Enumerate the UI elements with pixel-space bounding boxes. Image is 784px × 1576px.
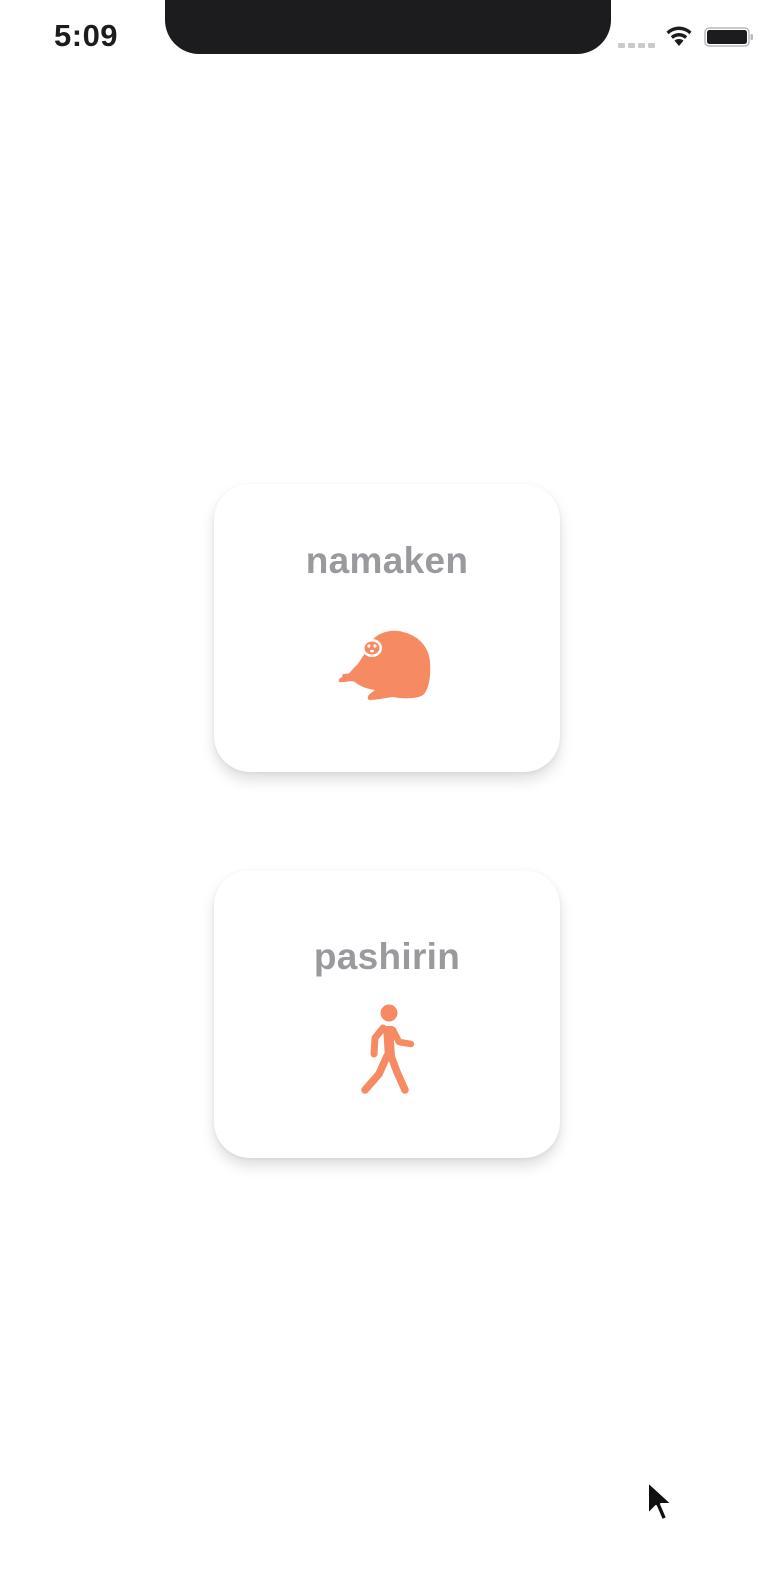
- wifi-icon: [666, 26, 692, 46]
- sloth-icon: [338, 630, 431, 700]
- card-pashirin[interactable]: pashirin: [214, 870, 560, 1158]
- status-bar: 5:09: [0, 0, 784, 80]
- battery-icon: [704, 27, 753, 47]
- mouse-pointer-icon: [647, 1481, 673, 1521]
- card-title-namaken: namaken: [305, 540, 469, 581]
- walking-person-icon: [361, 1004, 415, 1094]
- card-title-pashirin: pashirin: [313, 936, 461, 977]
- card-namaken[interactable]: namaken: [214, 484, 560, 772]
- screen: 5:09 namaken pashirin: [0, 0, 784, 1576]
- status-time: 5:09: [54, 18, 119, 53]
- device-notch: [165, 0, 611, 54]
- cellular-signal-icon: [618, 40, 656, 48]
